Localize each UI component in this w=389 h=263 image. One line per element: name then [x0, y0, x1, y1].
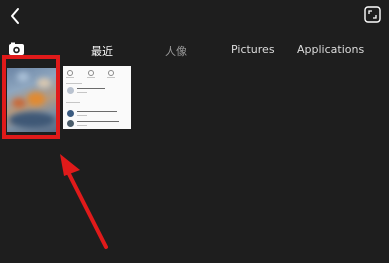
- fullscreen-icon: [364, 6, 381, 23]
- tab-pictures[interactable]: Pictures: [231, 43, 275, 56]
- avatar: [67, 87, 74, 94]
- avatar: [67, 110, 74, 117]
- tab-icon: [67, 70, 73, 76]
- avatar: [67, 120, 74, 127]
- highlight-box: [2, 55, 60, 139]
- tab-icon: [88, 70, 94, 76]
- gallery-icon[interactable]: [8, 42, 25, 56]
- fullscreen-button[interactable]: [364, 6, 381, 23]
- chevron-left-icon: [11, 8, 19, 24]
- tab-portrait[interactable]: 人像: [165, 43, 187, 59]
- screenshot-thumbnail[interactable]: [63, 66, 131, 129]
- tab-applications[interactable]: Applications: [297, 43, 364, 56]
- back-button[interactable]: [6, 6, 26, 26]
- tab-icon: [108, 70, 114, 76]
- tab-recent[interactable]: 最近: [91, 43, 113, 59]
